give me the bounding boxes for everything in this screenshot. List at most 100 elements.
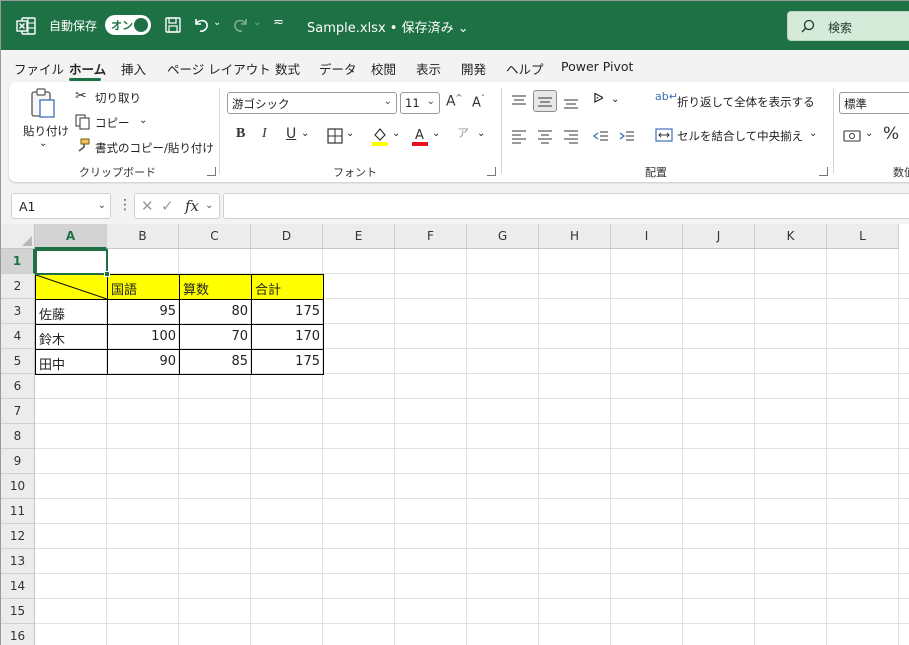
merge-center-button[interactable]: セルを結合して中央揃え [677, 128, 803, 144]
column-header-h[interactable]: H [539, 224, 611, 249]
decrease-indent-icon[interactable] [593, 128, 609, 144]
tab-data[interactable]: データ [319, 59, 357, 78]
wrap-text-button[interactable]: 折り返して全体を表示する [677, 94, 815, 110]
more-options-icon[interactable]: ⋮ [118, 197, 132, 213]
row-header-15[interactable]: 15 [1, 599, 35, 624]
column-header-i[interactable]: I [611, 224, 683, 249]
row-header-11[interactable]: 11 [1, 499, 35, 524]
fill-color-chevron-down-icon[interactable]: ⌄ [392, 128, 400, 139]
increase-indent-icon[interactable] [619, 128, 635, 144]
font-size-select[interactable]: 11 ⌄ [400, 92, 440, 114]
row-header-1[interactable]: 1 [1, 249, 35, 274]
undo-dropdown-icon[interactable]: ⌄ [213, 17, 221, 28]
row-header-5[interactable]: 5 [1, 349, 35, 374]
phonetic-chevron-down-icon[interactable]: ⌄ [477, 128, 485, 139]
row-header-6[interactable]: 6 [1, 374, 35, 399]
tab-help[interactable]: ヘルプ [506, 59, 544, 78]
excel-logo-icon[interactable] [15, 15, 37, 37]
search-box[interactable]: 検索 [787, 11, 909, 41]
tab-developer[interactable]: 開発 [461, 59, 486, 78]
cell-d3[interactable]: 175 [251, 299, 324, 325]
tab-insert[interactable]: 挿入 [121, 59, 146, 78]
row-header-8[interactable]: 8 [1, 424, 35, 449]
cell-a2-diagonal[interactable] [35, 274, 108, 300]
cell-d5[interactable]: 175 [251, 349, 324, 375]
column-header-b[interactable]: B [107, 224, 179, 249]
row-header-13[interactable]: 13 [1, 549, 35, 574]
insert-function-icon[interactable]: fx [185, 197, 199, 215]
row-header-10[interactable]: 10 [1, 474, 35, 499]
borders-chevron-down-icon[interactable]: ⌄ [346, 128, 354, 139]
spreadsheet-grid[interactable]: ABCDEFGHIJKL 1 2 3 4 5 6 7 8 9 10 11 12 13 14 15 16 国語 … [1, 224, 909, 645]
row-header-2[interactable]: 2 [1, 274, 35, 299]
cell-b5[interactable]: 90 [107, 349, 180, 375]
row-header-12[interactable]: 12 [1, 524, 35, 549]
alignment-launcher-icon[interactable] [819, 167, 828, 176]
align-center-icon[interactable] [537, 128, 553, 144]
align-middle-button[interactable] [533, 90, 557, 112]
column-header-k[interactable]: K [755, 224, 827, 249]
phonetic-guide-icon[interactable]: ア [457, 124, 469, 141]
row-header-14[interactable]: 14 [1, 574, 35, 599]
fill-handle[interactable] [104, 271, 110, 277]
cell-d2[interactable]: 合計 [251, 274, 324, 300]
number-format-select[interactable]: 標準 [839, 92, 909, 114]
active-cell-a1[interactable] [35, 249, 108, 275]
cell-c3[interactable]: 80 [179, 299, 252, 325]
paste-chevron-down-icon[interactable]: ⌄ [39, 138, 47, 149]
font-color-icon[interactable]: A [411, 126, 429, 146]
paste-button[interactable]: 貼り付け ⌄ [19, 88, 69, 158]
fx-chevron-down-icon[interactable]: ⌄ [205, 200, 213, 211]
font-color-chevron-down-icon[interactable]: ⌄ [432, 128, 440, 139]
column-header-e[interactable]: E [323, 224, 395, 249]
column-header-d[interactable]: D [251, 224, 323, 249]
column-header-l[interactable]: L [827, 224, 899, 249]
align-left-icon[interactable] [511, 128, 527, 144]
font-name-select[interactable]: 游ゴシック ⌄ [227, 92, 397, 114]
cut-button[interactable]: 切り取り [95, 90, 141, 106]
tab-page-layout[interactable]: ページ レイアウト [167, 59, 271, 78]
accounting-chevron-down-icon[interactable]: ⌄ [865, 128, 873, 139]
name-box[interactable]: A1 ⌄ [11, 193, 111, 219]
column-header-a[interactable]: A [35, 224, 107, 249]
document-title[interactable]: Sample.xlsx • 保存済み ⌄ [307, 17, 469, 36]
tab-home[interactable]: ホーム [69, 59, 106, 78]
font-launcher-icon[interactable] [487, 167, 496, 176]
row-header-7[interactable]: 7 [1, 399, 35, 424]
tab-power-pivot[interactable]: Power Pivot [561, 59, 633, 74]
tab-review[interactable]: 校閲 [371, 59, 396, 78]
autosave-toggle[interactable]: オン [105, 15, 151, 35]
clipboard-launcher-icon[interactable] [207, 167, 216, 176]
decrease-font-size-icon[interactable]: Aˇ [472, 94, 485, 110]
underline-chevron-down-icon[interactable]: ⌄ [301, 128, 309, 139]
row-header-16[interactable]: 16 [1, 624, 35, 645]
merge-chevron-down-icon[interactable]: ⌄ [809, 128, 817, 139]
cell-c5[interactable]: 85 [179, 349, 252, 375]
name-box-chevron-down-icon[interactable]: ⌄ [98, 200, 106, 211]
align-top-icon[interactable] [511, 94, 527, 110]
copy-button[interactable]: コピー [95, 115, 130, 131]
tab-file[interactable]: ファイル [14, 59, 64, 78]
align-right-icon[interactable] [563, 128, 579, 144]
cell-a3[interactable]: 佐藤 [35, 299, 108, 325]
formula-input[interactable] [223, 193, 909, 219]
row-header-9[interactable]: 9 [1, 449, 35, 474]
cell-a4[interactable]: 鈴木 [35, 324, 108, 350]
column-header-f[interactable]: F [395, 224, 467, 249]
underline-icon[interactable]: U [286, 126, 296, 142]
cell-d4[interactable]: 170 [251, 324, 324, 350]
format-painter-button[interactable]: 書式のコピー/貼り付け [95, 140, 214, 156]
cell-c4[interactable]: 70 [179, 324, 252, 350]
cell-b3[interactable]: 95 [107, 299, 180, 325]
orientation-icon[interactable]: ᐉ [593, 91, 604, 107]
cell-b2[interactable]: 国語 [107, 274, 180, 300]
save-icon[interactable] [161, 13, 185, 37]
accounting-format-icon[interactable] [843, 128, 861, 144]
cell-c2[interactable]: 算数 [179, 274, 252, 300]
copy-chevron-down-icon[interactable]: ⌄ [139, 115, 147, 126]
bold-icon[interactable]: B [236, 126, 245, 142]
column-header-j[interactable]: J [683, 224, 755, 249]
customize-toolbar-icon[interactable]: ≂ [273, 15, 284, 30]
fill-color-icon[interactable] [371, 126, 389, 146]
tab-formulas[interactable]: 数式 [275, 59, 300, 78]
